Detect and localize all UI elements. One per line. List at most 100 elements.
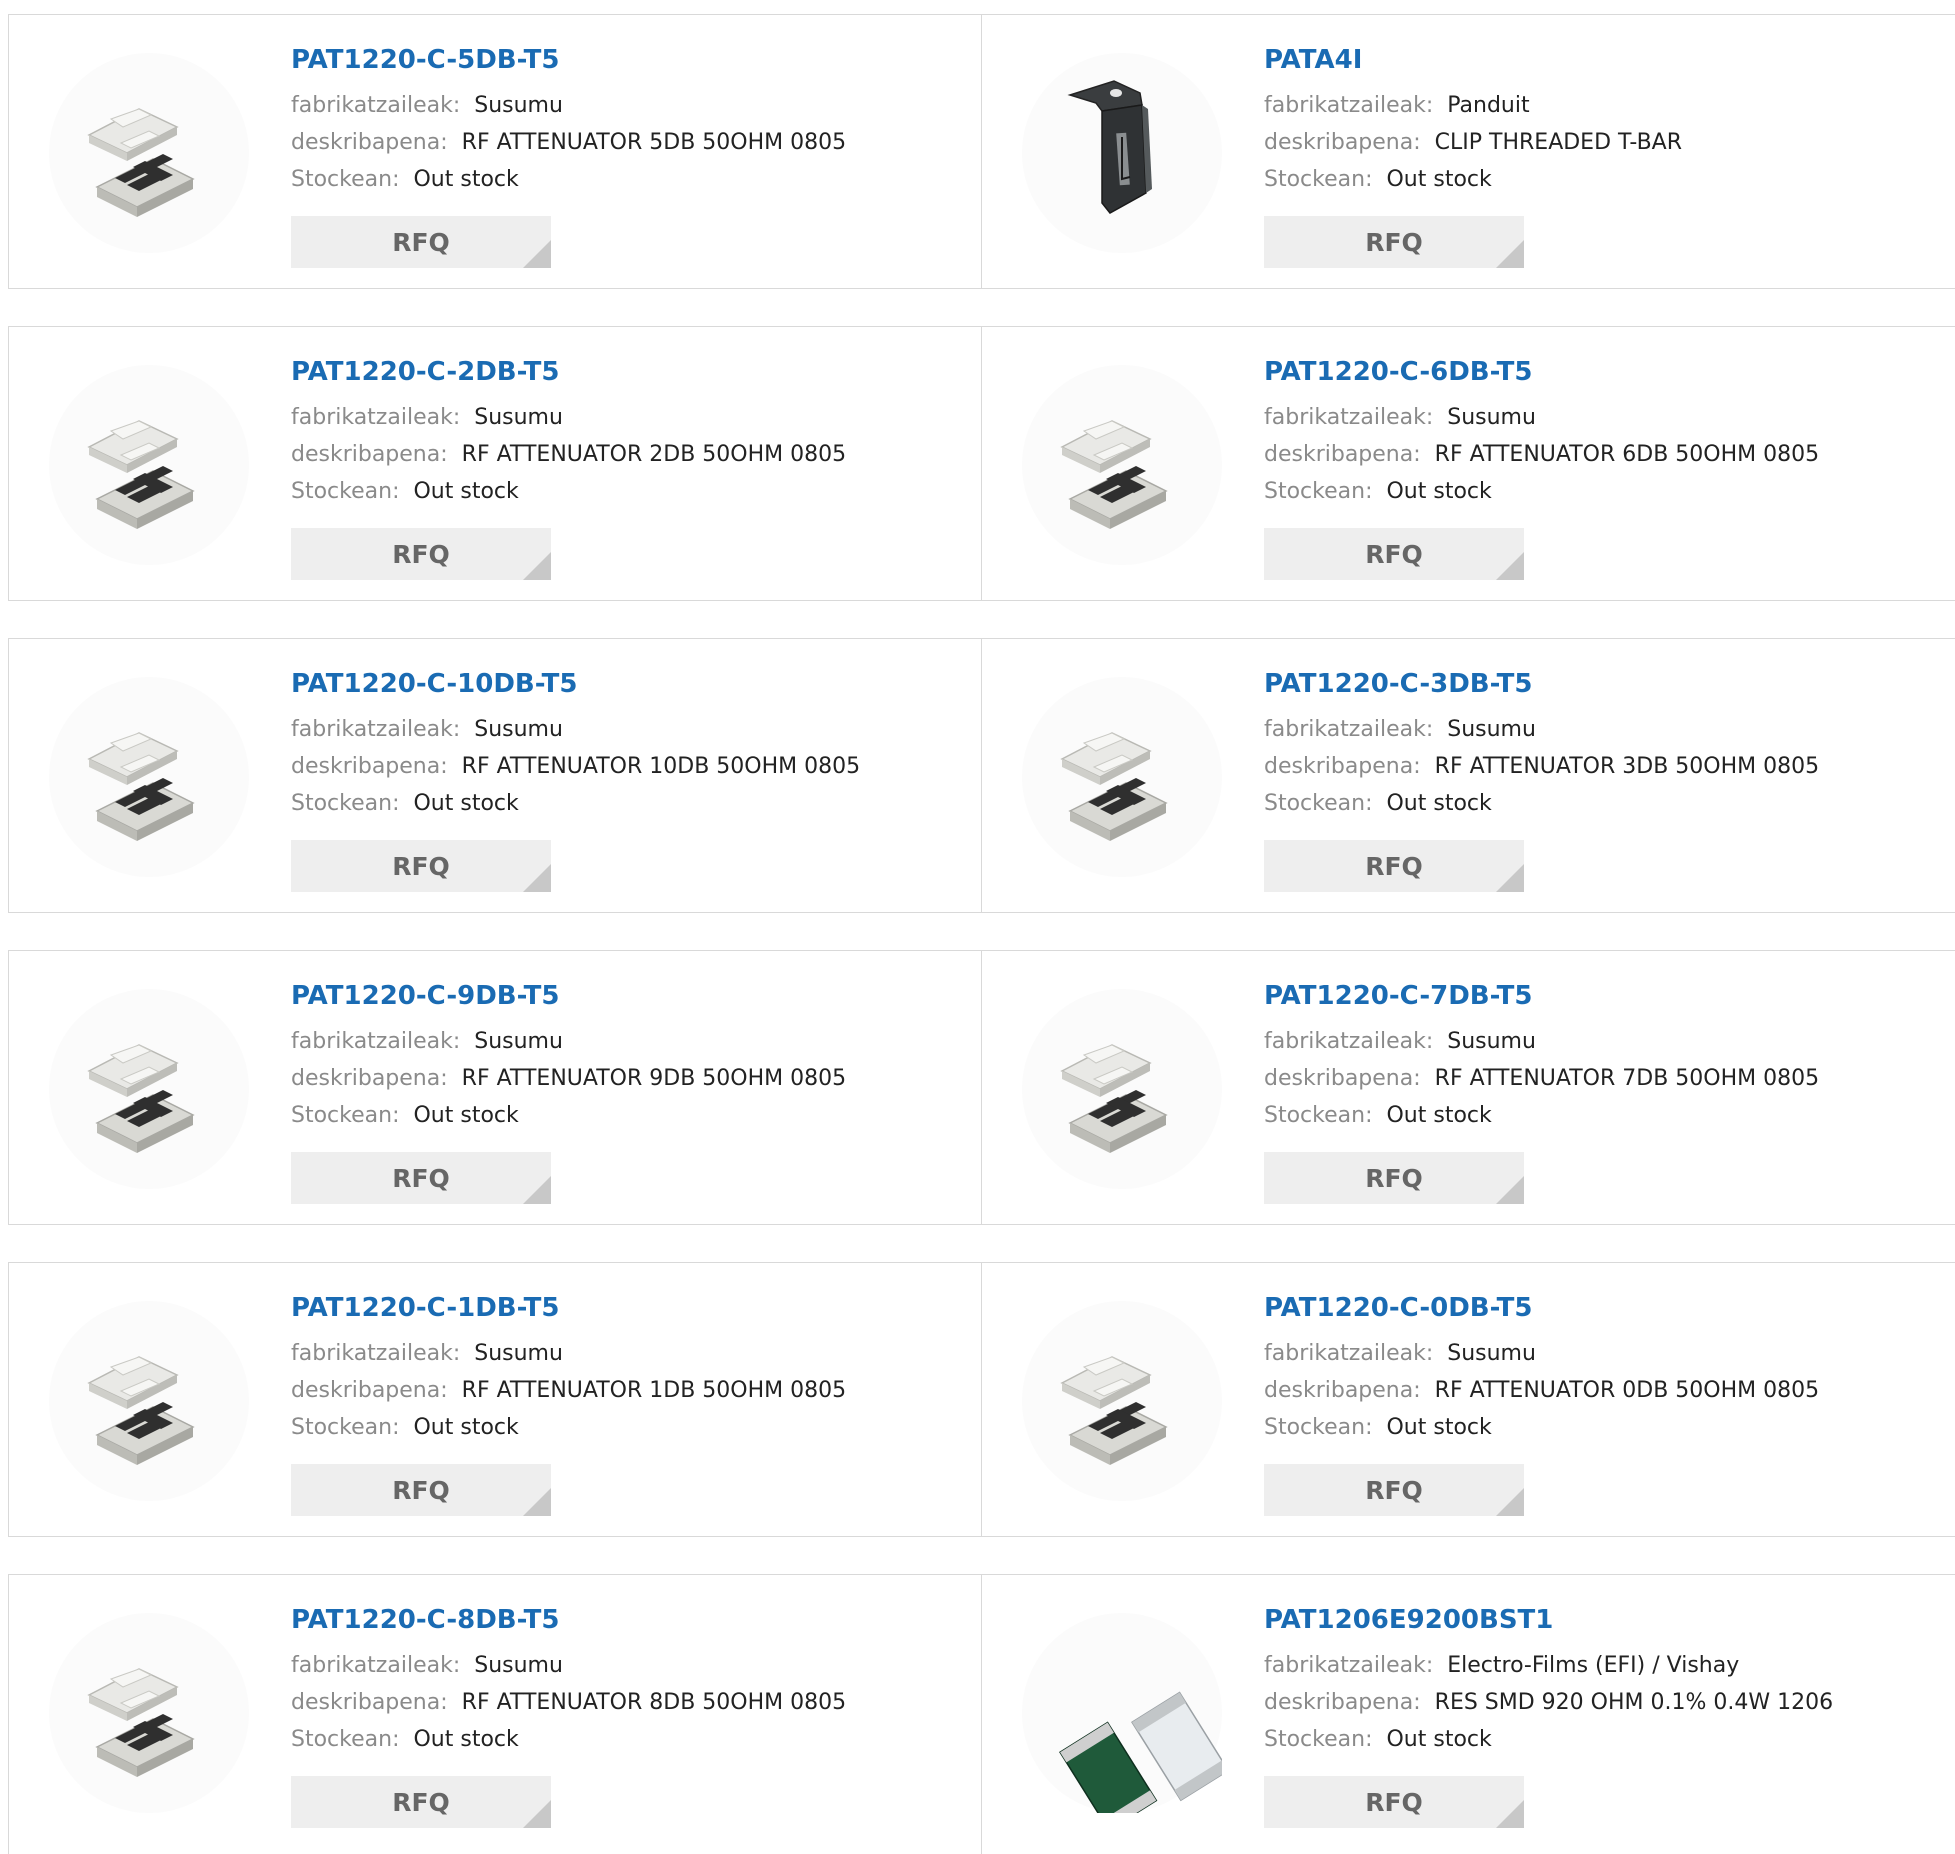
product-thumbnail[interactable] [49, 989, 249, 1189]
rfq-button-label: RFQ [392, 1788, 450, 1817]
rfq-button[interactable]: RFQ [1264, 528, 1524, 580]
product-thumbnail[interactable] [1022, 989, 1222, 1189]
rfq-button[interactable]: RFQ [1264, 840, 1524, 892]
corner-triangle-icon [523, 552, 551, 580]
manufacturer-line: fabrikatzaileak: Susumu [1264, 399, 1819, 436]
rfq-button[interactable]: RFQ [1264, 1152, 1524, 1204]
product-part-link[interactable]: PAT1220-C-7DB-T5 [1264, 979, 1819, 1013]
stock-value: Out stock [413, 1415, 519, 1440]
product-thumbnail[interactable] [1022, 677, 1222, 877]
product-part-link[interactable]: PAT1220-C-6DB-T5 [1264, 355, 1819, 389]
description-value: RF ATTENUATOR 7DB 50OHM 0805 [1434, 1066, 1820, 1091]
manufacturer-value: Panduit [1447, 93, 1530, 118]
smd-resistor-icon [1059, 1691, 1222, 1813]
manufacturer-line: fabrikatzaileak: Susumu [291, 1647, 846, 1684]
product-part-link[interactable]: PAT1220-C-10DB-T5 [291, 667, 860, 701]
product-info: PAT1220-C-1DB-T5 fabrikatzaileak: Susumu de… [291, 1291, 846, 1446]
stock-value: Out stock [413, 167, 519, 192]
product-card: PAT1220-C-10DB-T5 fabrikatzaileak: Susumu d… [9, 639, 982, 912]
rfq-button[interactable]: RFQ [291, 528, 551, 580]
manufacturer-label: fabrikatzaileak: [1264, 1029, 1434, 1054]
manufacturer-value: Electro-Films (EFI) / Vishay [1447, 1653, 1740, 1678]
description-line: deskribapena: RF ATTENUATOR 5DB 50OHM 080… [291, 124, 846, 161]
description-value: RF ATTENUATOR 1DB 50OHM 0805 [461, 1378, 847, 1403]
product-thumbnail[interactable] [49, 1301, 249, 1501]
product-thumbnail[interactable] [1022, 1613, 1222, 1813]
corner-triangle-icon [1496, 864, 1524, 892]
manufacturer-label: fabrikatzaileak: [291, 93, 461, 118]
rfq-button[interactable]: RFQ [291, 1152, 551, 1204]
description-line: deskribapena: RF ATTENUATOR 9DB 50OHM 080… [291, 1060, 846, 1097]
rfq-button[interactable]: RFQ [291, 216, 551, 268]
stock-value: Out stock [413, 791, 519, 816]
product-part-link[interactable]: PAT1220-C-2DB-T5 [291, 355, 846, 389]
description-label: deskribapena: [1264, 442, 1421, 467]
manufacturer-label: fabrikatzaileak: [1264, 717, 1434, 742]
product-row: PAT1220-C-9DB-T5 fabrikatzaileak: Susumu de… [8, 950, 1955, 1225]
product-card: PAT1220-C-6DB-T5 fabrikatzaileak: Susumu de… [982, 327, 1955, 600]
stock-line: Stockean: Out stock [291, 473, 846, 510]
product-card: PAT1220-C-1DB-T5 fabrikatzaileak: Susumu de… [9, 1263, 982, 1536]
product-part-link[interactable]: PAT1220-C-5DB-T5 [291, 43, 846, 77]
rfq-button[interactable]: RFQ [1264, 1464, 1524, 1516]
manufacturer-line: fabrikatzaileak: Susumu [291, 1335, 846, 1372]
rfq-button[interactable]: RFQ [1264, 216, 1524, 268]
product-thumbnail[interactable] [1022, 53, 1222, 253]
manufacturer-value: Susumu [1447, 405, 1536, 430]
product-info: PAT1220-C-2DB-T5 fabrikatzaileak: Susumu de… [291, 355, 846, 510]
chip-attenuator-icon [1060, 1356, 1168, 1465]
corner-triangle-icon [1496, 552, 1524, 580]
product-thumbnail[interactable] [49, 53, 249, 253]
stock-label: Stockean: [1264, 167, 1373, 192]
rfq-button-label: RFQ [1365, 228, 1423, 257]
stock-label: Stockean: [291, 167, 400, 192]
product-part-link[interactable]: PAT1220-C-9DB-T5 [291, 979, 846, 1013]
rfq-button-label: RFQ [1365, 1164, 1423, 1193]
product-part-link[interactable]: PATA4I [1264, 43, 1682, 77]
manufacturer-line: fabrikatzaileak: Susumu [291, 87, 846, 124]
description-value: RF ATTENUATOR 6DB 50OHM 0805 [1434, 442, 1820, 467]
product-thumbnail[interactable] [1022, 365, 1222, 565]
stock-value: Out stock [1386, 791, 1492, 816]
description-line: deskribapena: RF ATTENUATOR 8DB 50OHM 080… [291, 1684, 846, 1721]
rfq-button[interactable]: RFQ [291, 1464, 551, 1516]
manufacturer-line: fabrikatzaileak: Susumu [1264, 1335, 1819, 1372]
description-label: deskribapena: [291, 754, 448, 779]
product-thumbnail[interactable] [49, 365, 249, 565]
rfq-button-label: RFQ [1365, 1788, 1423, 1817]
product-thumbnail[interactable] [1022, 1301, 1222, 1501]
rfq-button[interactable]: RFQ [291, 1776, 551, 1828]
product-thumbnail[interactable] [49, 1613, 249, 1813]
product-thumbnail[interactable] [49, 677, 249, 877]
manufacturer-value: Susumu [1447, 1029, 1536, 1054]
product-part-link[interactable]: PAT1220-C-1DB-T5 [291, 1291, 846, 1325]
description-label: deskribapena: [1264, 1378, 1421, 1403]
product-part-link[interactable]: PAT1206E9200BST1 [1264, 1603, 1833, 1637]
product-part-link[interactable]: PAT1220-C-8DB-T5 [291, 1603, 846, 1637]
product-part-link[interactable]: PAT1220-C-3DB-T5 [1264, 667, 1819, 701]
description-line: deskribapena: RF ATTENUATOR 3DB 50OHM 080… [1264, 748, 1819, 785]
manufacturer-value: Susumu [1447, 717, 1536, 742]
product-row: PAT1220-C-2DB-T5 fabrikatzaileak: Susumu de… [8, 326, 1955, 601]
manufacturer-label: fabrikatzaileak: [291, 1029, 461, 1054]
manufacturer-line: fabrikatzaileak: Electro-Films (EFI) / Vi… [1264, 1647, 1833, 1684]
stock-value: Out stock [413, 1727, 519, 1752]
rfq-button-label: RFQ [392, 540, 450, 569]
stock-line: Stockean: Out stock [1264, 1721, 1833, 1758]
manufacturer-line: fabrikatzaileak: Susumu [1264, 711, 1819, 748]
product-info: PAT1220-C-3DB-T5 fabrikatzaileak: Susumu de… [1264, 667, 1819, 822]
manufacturer-value: Susumu [474, 1029, 563, 1054]
corner-triangle-icon [523, 1488, 551, 1516]
stock-value: Out stock [1386, 479, 1492, 504]
rfq-button[interactable]: RFQ [291, 840, 551, 892]
corner-triangle-icon [1496, 1488, 1524, 1516]
rfq-button-label: RFQ [392, 852, 450, 881]
product-info: PAT1206E9200BST1 fabrikatzaileak: Electro-… [1264, 1603, 1833, 1758]
product-part-link[interactable]: PAT1220-C-0DB-T5 [1264, 1291, 1819, 1325]
stock-line: Stockean: Out stock [1264, 1409, 1819, 1446]
product-info: PAT1220-C-8DB-T5 fabrikatzaileak: Susumu de… [291, 1603, 846, 1758]
rfq-button[interactable]: RFQ [1264, 1776, 1524, 1828]
description-value: RF ATTENUATOR 9DB 50OHM 0805 [461, 1066, 847, 1091]
stock-label: Stockean: [1264, 479, 1373, 504]
stock-value: Out stock [1386, 1727, 1492, 1752]
